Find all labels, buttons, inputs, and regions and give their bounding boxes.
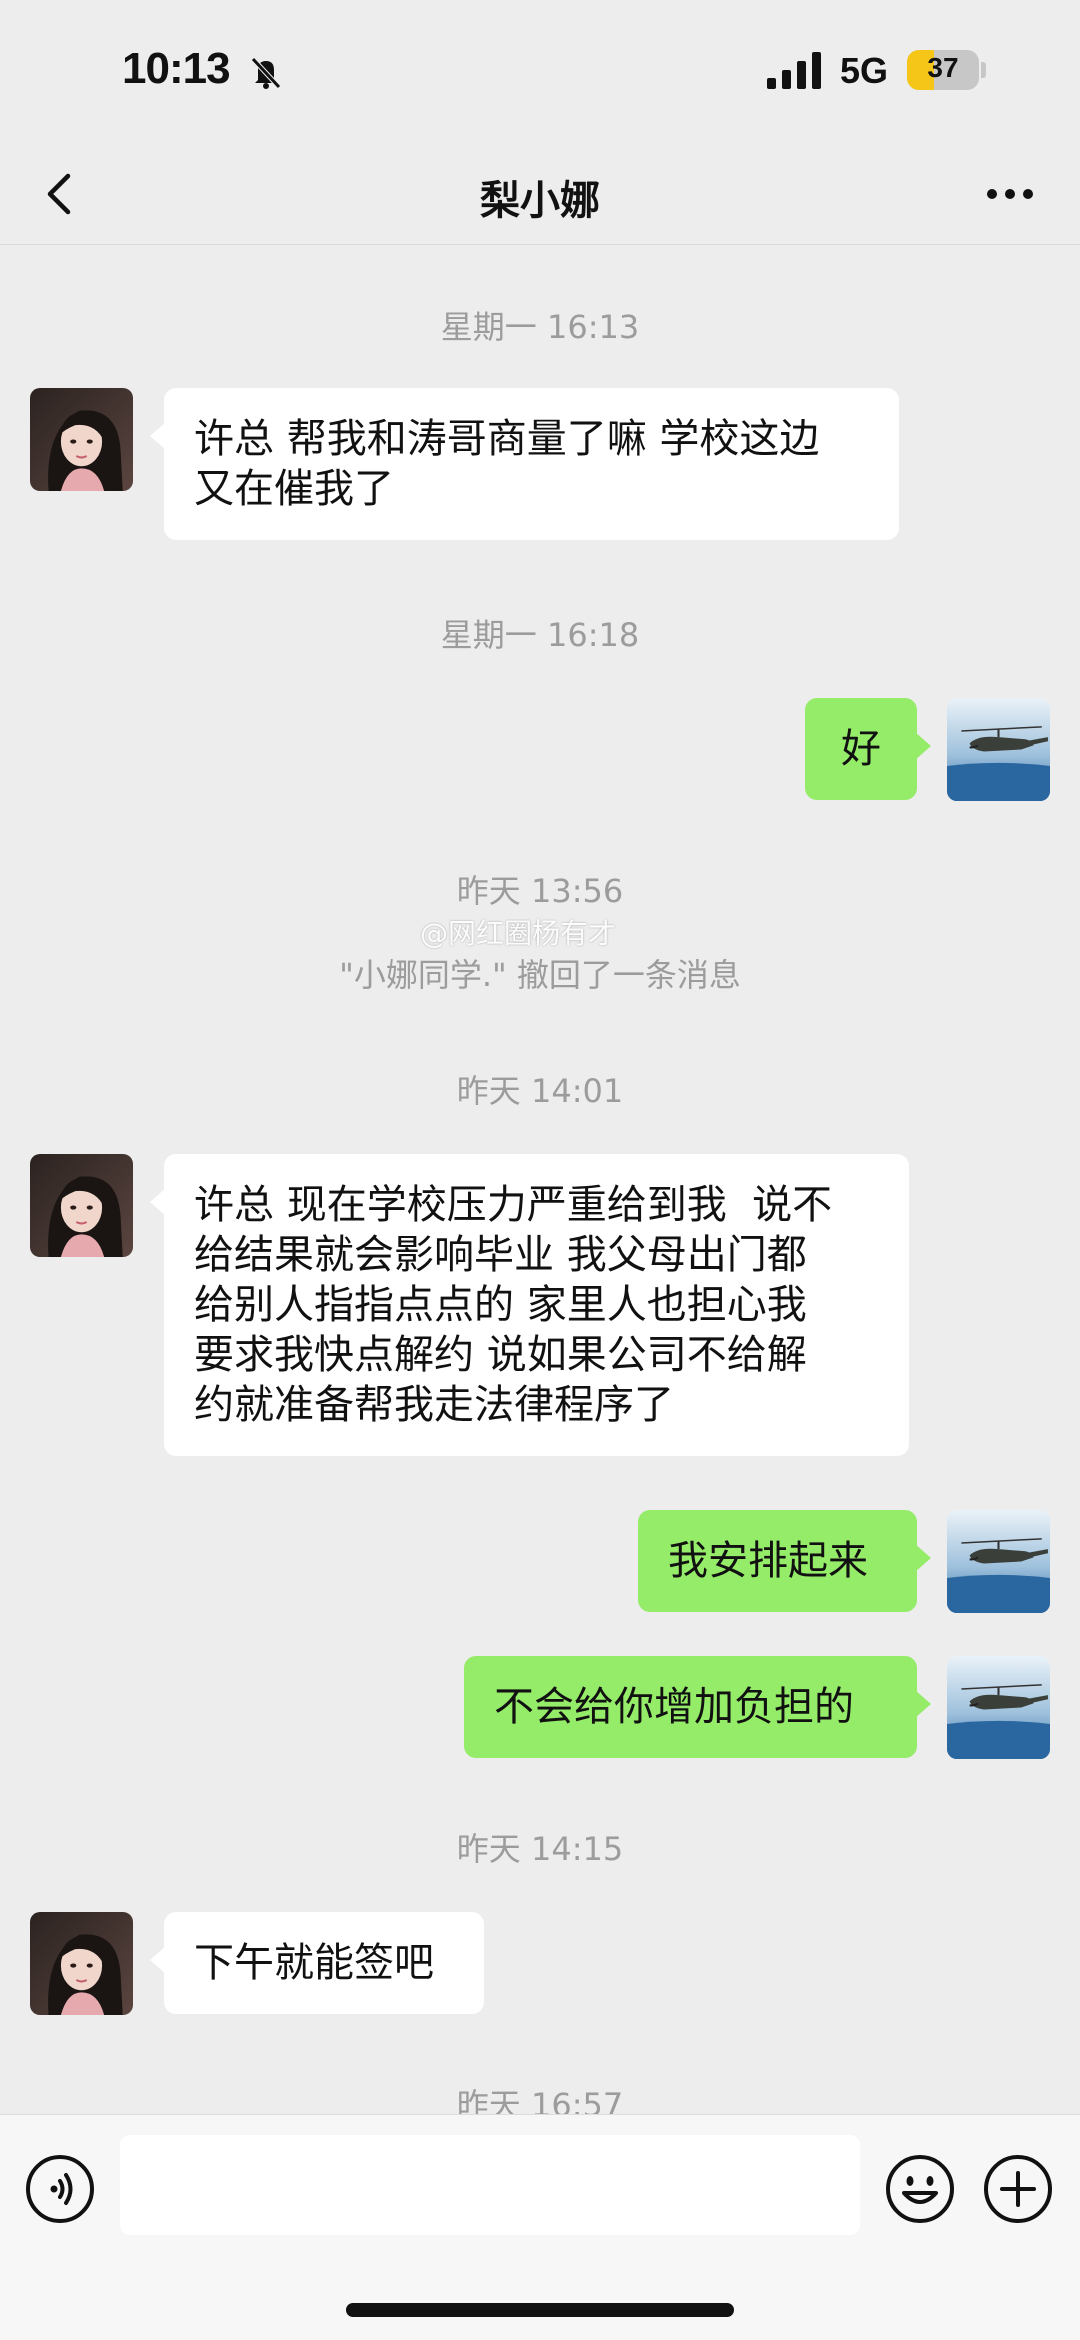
- outgoing-message-bubble[interactable]: 不会给你增加负担的: [464, 1656, 931, 1758]
- my-avatar[interactable]: [947, 1656, 1050, 1759]
- battery-indicator: 37: [907, 50, 979, 90]
- status-bar: 10:13 5G 37: [0, 0, 1080, 150]
- voice-icon[interactable]: [24, 2153, 96, 2225]
- battery-percent: 37: [927, 52, 959, 83]
- more-icon[interactable]: [980, 164, 1040, 224]
- outgoing-message-bubble[interactable]: 我安排起来: [638, 1510, 931, 1612]
- contact-avatar[interactable]: [30, 1154, 133, 1257]
- incoming-message-bubble[interactable]: 下午就能签吧: [150, 1912, 484, 2014]
- incoming-message-bubble[interactable]: 许总 现在学校压力严重给到我 说不 给结果就会影响毕业 我父母出门都 给别人指指…: [150, 1154, 909, 1456]
- message-timestamp: 昨天 14:15: [456, 1830, 624, 1868]
- my-avatar[interactable]: [947, 698, 1050, 801]
- recall-notice: "小娜同学." 撤回了一条消息: [339, 956, 741, 994]
- outgoing-message-bubble[interactable]: 好: [805, 698, 931, 800]
- signal-icon: [767, 52, 821, 89]
- message-timestamp: 昨天 13:56: [456, 872, 624, 910]
- contact-name: 梨小娜: [480, 178, 600, 224]
- home-indicator[interactable]: [346, 2303, 734, 2317]
- plus-icon[interactable]: [982, 2153, 1054, 2225]
- message-list[interactable]: 星期一 16:13 许总 帮我和涛哥商量了嘛 学校这边 又在催我了 星期一 16…: [0, 246, 1080, 2114]
- battery-tip: [981, 62, 986, 78]
- my-avatar[interactable]: [947, 1510, 1050, 1613]
- status-time: 10:13: [122, 44, 231, 93]
- bell-slash-icon: [251, 57, 281, 89]
- watermark: @网红圈杨有才: [420, 917, 617, 950]
- input-bar: [0, 2114, 1080, 2340]
- message-input[interactable]: [120, 2135, 860, 2235]
- network-type: 5G: [840, 50, 889, 91]
- message-timestamp: 星期一 16:13: [440, 308, 640, 346]
- message-timestamp: 昨天 16:57: [456, 2086, 624, 2114]
- chat-header: 梨小娜: [0, 150, 1080, 245]
- contact-avatar[interactable]: [30, 388, 133, 491]
- incoming-message-bubble[interactable]: 许总 帮我和涛哥商量了嘛 学校这边 又在催我了: [150, 388, 899, 540]
- message-timestamp: 星期一 16:18: [440, 616, 640, 654]
- emoji-icon[interactable]: [884, 2153, 956, 2225]
- contact-avatar[interactable]: [30, 1912, 133, 2015]
- message-timestamp: 昨天 14:01: [456, 1072, 624, 1110]
